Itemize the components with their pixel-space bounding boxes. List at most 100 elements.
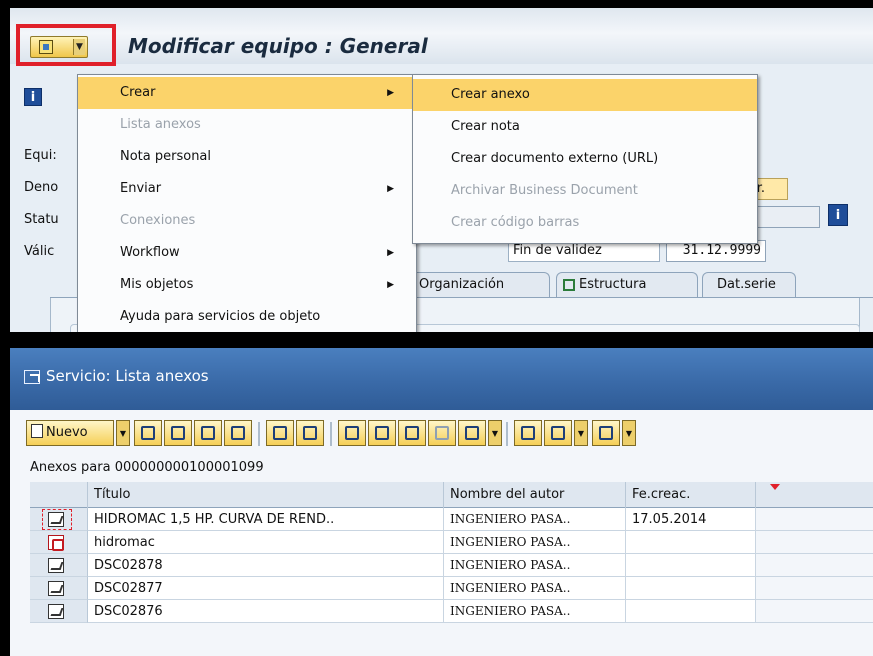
export-dropdown-icon[interactable]: ▼: [574, 420, 588, 446]
menu-item[interactable]: Nota personal: [78, 141, 416, 173]
submenu-item-label: Crear anexo: [451, 87, 530, 102]
table-row[interactable]: DSC02878 INGENIERO PASA..: [30, 554, 873, 577]
cell-title[interactable]: DSC02878: [88, 554, 444, 577]
submenu-item[interactable]: Crear documento externo (URL): [413, 143, 757, 175]
cell-title[interactable]: DSC02877: [88, 577, 444, 600]
cell-author[interactable]: INGENIERO PASA..: [444, 531, 626, 554]
toolbar-separator: [258, 422, 260, 446]
focus-frame: [42, 509, 72, 530]
copy-button[interactable]: [164, 420, 192, 446]
edit-button[interactable]: [194, 420, 222, 446]
cell-title[interactable]: hidromac: [88, 531, 444, 554]
filter-dropdown-icon[interactable]: ▼: [488, 420, 502, 446]
cell-title[interactable]: DSC02876: [88, 600, 444, 623]
header-date[interactable]: Fe.creac.: [626, 482, 756, 508]
menu-item-label: Ayuda para servicios de objeto: [120, 309, 321, 324]
attachments-label: Anexos para 000000000100001099: [30, 460, 264, 475]
grid-button[interactable]: [592, 420, 620, 446]
link-button[interactable]: [134, 420, 162, 446]
cell-author[interactable]: INGENIERO PASA..: [444, 600, 626, 623]
menu-item: Lista anexos: [78, 109, 416, 141]
table-row[interactable]: hidromac INGENIERO PASA..: [30, 531, 873, 554]
grid-icon: [599, 426, 613, 440]
menu-item-label: Nota personal: [120, 149, 212, 164]
description-label: Deno: [24, 180, 59, 195]
cell-author[interactable]: INGENIERO PASA..: [444, 554, 626, 577]
sort-indicator-icon: [770, 484, 780, 490]
submenu-arrow-icon: ▶: [387, 280, 394, 290]
pdf-icon[interactable]: [48, 535, 64, 551]
cell-author[interactable]: INGENIERO PASA..: [444, 577, 626, 600]
object-services-button[interactable]: ▼: [30, 36, 88, 58]
row-icon-cell[interactable]: [30, 508, 88, 531]
tab-estructura[interactable]: Estructura: [556, 272, 698, 298]
table-row[interactable]: DSC02877 INGENIERO PASA..: [30, 577, 873, 600]
submenu-item[interactable]: Crear anexo: [413, 79, 757, 111]
cell-empty: [756, 600, 873, 623]
row-icon-cell[interactable]: [30, 531, 88, 554]
filter-button[interactable]: [368, 420, 396, 446]
refresh-button[interactable]: [266, 420, 294, 446]
edit-doc-icon[interactable]: [48, 604, 64, 619]
menu-item[interactable]: Workflow ▶: [78, 237, 416, 269]
tab-organizacion[interactable]: Organización: [410, 272, 550, 298]
cell-date[interactable]: [626, 554, 756, 577]
chevron-down-icon[interactable]: ▼: [73, 39, 85, 55]
info-icon[interactable]: i: [24, 88, 42, 106]
find-button[interactable]: [398, 420, 426, 446]
status-info-icon[interactable]: i: [828, 204, 848, 226]
cell-date[interactable]: 17.05.2014: [626, 508, 756, 531]
cell-date[interactable]: [626, 577, 756, 600]
cell-empty: [756, 531, 873, 554]
find-next-button[interactable]: [428, 420, 456, 446]
submenu-item[interactable]: Crear nota: [413, 111, 757, 143]
row-icon-cell[interactable]: [30, 600, 88, 623]
header-icon-col: [30, 482, 88, 508]
display-button[interactable]: [296, 420, 324, 446]
row-icon-cell[interactable]: [30, 577, 88, 600]
copy-icon: [171, 426, 185, 440]
find-icon: [405, 426, 419, 440]
display-icon: [303, 426, 317, 440]
submenu-arrow-icon: ▶: [387, 248, 394, 258]
new-dropdown-icon[interactable]: ▼: [116, 420, 130, 446]
equipment-label: Equi:: [24, 148, 57, 163]
tab-label: Dat.serie: [717, 277, 776, 292]
menu-item[interactable]: Mis objetos ▶: [78, 269, 416, 301]
export-button[interactable]: [544, 420, 572, 446]
menu-item: Conexiones: [78, 205, 416, 237]
table-row[interactable]: DSC02876 INGENIERO PASA..: [30, 600, 873, 623]
cell-author[interactable]: INGENIERO PASA..: [444, 508, 626, 531]
cell-title[interactable]: HIDROMAC 1,5 HP. CURVA DE REND..: [88, 508, 444, 531]
menu-item[interactable]: Enviar ▶: [78, 173, 416, 205]
cell-empty: [756, 577, 873, 600]
layout-icon: [521, 426, 535, 440]
menu-item[interactable]: Ayuda para servicios de objeto: [78, 301, 416, 332]
header-title[interactable]: Título: [88, 482, 444, 508]
submenu-item: Crear código barras: [413, 207, 757, 239]
menu-item-label: Crear: [120, 85, 156, 100]
cell-date[interactable]: [626, 600, 756, 623]
tab-dat-serie[interactable]: Dat.serie: [702, 272, 796, 298]
header-author[interactable]: Nombre del autor: [444, 482, 626, 508]
toolbar: Nuevo ▼ ▼ ▼ ▼: [26, 418, 873, 450]
grid-dropdown-icon[interactable]: ▼: [622, 420, 636, 446]
print-button[interactable]: [338, 420, 366, 446]
new-doc-icon: [31, 424, 43, 438]
layout-button[interactable]: [514, 420, 542, 446]
edit-doc-icon[interactable]: [48, 558, 64, 573]
row-icon-cell[interactable]: [30, 554, 88, 577]
edit-doc-icon[interactable]: [48, 581, 64, 596]
cell-date[interactable]: [626, 531, 756, 554]
table-row[interactable]: HIDROMAC 1,5 HP. CURVA DE REND.. INGENIER…: [30, 508, 873, 531]
submenu-item-label: Archivar Business Document: [451, 183, 638, 198]
delete-button[interactable]: [224, 420, 252, 446]
submenu-arrow-icon: ▶: [387, 88, 394, 98]
submenu-item: Archivar Business Document: [413, 175, 757, 207]
object-services-menu: Crear ▶ Lista anexos Nota personal Enviar ▶ Co…: [77, 74, 417, 332]
new-button[interactable]: Nuevo: [26, 420, 114, 446]
menu-item[interactable]: Crear ▶: [78, 77, 416, 109]
menu-item-label: Enviar: [120, 181, 162, 196]
set-filter-button[interactable]: [458, 420, 486, 446]
dialog-title-bar: Servicio: Lista anexos: [10, 348, 873, 410]
